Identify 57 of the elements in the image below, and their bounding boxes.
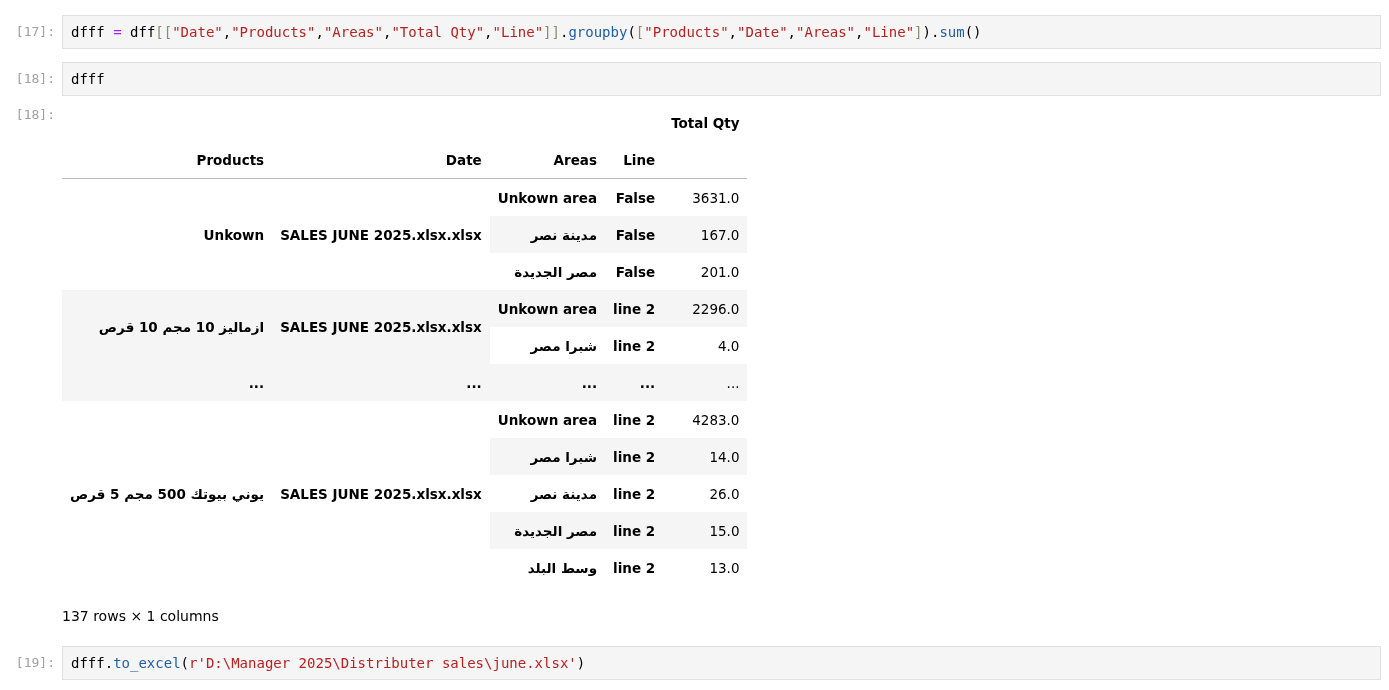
index-label: line 2 bbox=[613, 448, 656, 465]
code-cell[interactable]: dfff = dff[["Date","Products","Areas","Total Qty","Line"]].groupby(["Products","Date","Areas","Line"]).sum() bbox=[62, 15, 1381, 49]
cell-prompt: [19]: bbox=[14, 654, 56, 670]
index-label: False bbox=[615, 263, 656, 280]
table-cell: ... bbox=[663, 364, 748, 401]
index-label: line 2 bbox=[613, 337, 656, 354]
code-cell[interactable]: dfff bbox=[62, 62, 1381, 96]
index-label: False bbox=[615, 189, 656, 206]
index-label: مصر الجديدة bbox=[514, 522, 598, 539]
index-header: Products bbox=[62, 141, 273, 179]
index-label: مصر الجديدة bbox=[514, 263, 598, 280]
table-cell: 15.0 bbox=[663, 512, 748, 549]
index-label: line 2 bbox=[613, 411, 656, 428]
table-cell: 26.0 bbox=[663, 475, 748, 512]
index-label: يوني بيوتك 500 مجم 5 قرص bbox=[70, 485, 265, 502]
table-cell: 3631.0 bbox=[663, 178, 748, 216]
index-label: ... bbox=[466, 374, 482, 391]
column-header: Total Qty bbox=[670, 113, 741, 133]
index-label: Unkown bbox=[203, 226, 265, 243]
code-line: dfff.to_excel(r'D:\Manager 2025\Distributer sales\june.xlsx') bbox=[71, 655, 586, 671]
code-cell[interactable]: dfff.to_excel(r'D:\Manager 2025\Distributer sales\june.xlsx') bbox=[62, 646, 1381, 680]
index-label: SALES JUNE 2025.xlsx.xlsx bbox=[280, 226, 482, 243]
table-cell: 201.0 bbox=[663, 253, 748, 290]
index-label: ازماليز 10 مجم 10 قرص bbox=[98, 319, 265, 335]
code-line: dfff = dff[["Date","Products","Areas","Total Qty","Line"]].groupby(["Products","Date","Areas","Line"]).sum() bbox=[71, 24, 982, 40]
index-label: Unkown area bbox=[497, 300, 598, 317]
index-label: شبرا مصر bbox=[530, 448, 598, 465]
table-cell: 14.0 bbox=[663, 438, 748, 475]
index-label: line 2 bbox=[613, 300, 656, 317]
index-label: SALES JUNE 2025.xlsx.xlsx bbox=[280, 319, 482, 335]
cell-prompt: [17]: bbox=[14, 23, 56, 39]
index-label: ... bbox=[248, 374, 265, 391]
index-label: False bbox=[615, 226, 656, 243]
cell-prompt: [18]: bbox=[14, 70, 56, 86]
code-line: dfff bbox=[71, 71, 105, 87]
index-label: ... bbox=[639, 374, 656, 391]
index-label: ... bbox=[581, 374, 598, 391]
table-cell: 13.0 bbox=[663, 549, 748, 586]
table-cell: 167.0 bbox=[663, 216, 748, 253]
index-label: مدينة نصر bbox=[530, 226, 598, 243]
index-header: Date bbox=[272, 141, 490, 179]
index-header: Areas bbox=[489, 141, 606, 179]
index-label: line 2 bbox=[613, 522, 656, 539]
table-cell: 4.0 bbox=[663, 327, 748, 364]
table-cell: 2296.0 bbox=[663, 290, 748, 327]
index-label: line 2 bbox=[613, 559, 656, 576]
table-cell: 4283.0 bbox=[663, 401, 748, 438]
index-label: Unkown area bbox=[497, 189, 598, 206]
output-prompt: [18]: bbox=[14, 106, 56, 122]
index-label: وسط البلد bbox=[527, 559, 598, 576]
index-label: Unkown area bbox=[497, 411, 598, 428]
index-label: شبرا مصر bbox=[530, 337, 598, 354]
index-label: SALES JUNE 2025.xlsx.xlsx bbox=[280, 485, 482, 502]
table-summary: 137 rows × 1 columns bbox=[62, 608, 219, 624]
index-label: مدينة نصر bbox=[530, 485, 598, 502]
index-header: Line bbox=[605, 141, 664, 179]
index-label: line 2 bbox=[613, 485, 656, 502]
